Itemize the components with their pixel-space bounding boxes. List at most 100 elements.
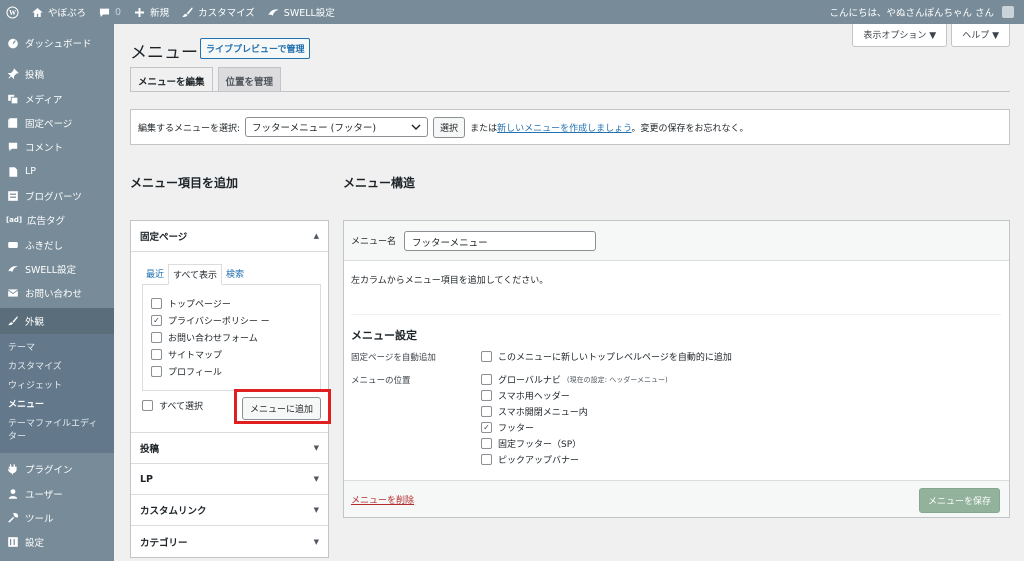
- display-options-button[interactable]: 表示オプション ▼: [852, 24, 948, 47]
- accordion-posts-header[interactable]: 投稿 ▼: [131, 433, 328, 464]
- swell-icon: [268, 8, 279, 16]
- select-button[interactable]: 選択: [433, 116, 466, 138]
- checkbox[interactable]: [151, 349, 162, 360]
- greeting-text: こんにちは、やぬさんぽんちゃん さん: [829, 8, 994, 19]
- caret-down-icon: ▼: [313, 506, 319, 514]
- plus-icon: [135, 7, 145, 17]
- menu-settings-title: メニュー設定: [351, 329, 417, 342]
- site-name: やぼぷろ: [48, 8, 87, 19]
- submenu-item-themes[interactable]: テーマ: [0, 339, 114, 358]
- location-option[interactable]: 固定フッター（SP）: [481, 437, 581, 450]
- select-all-checkbox[interactable]: [142, 400, 153, 411]
- page-item[interactable]: お問い合わせフォーム: [151, 329, 314, 346]
- location-option[interactable]: グローバルナビ (現在の設定: ヘッダーメニュー): [481, 373, 668, 386]
- accordion-pages-header[interactable]: 固定ページ ▲: [131, 221, 328, 252]
- caret-down-icon: ▼: [313, 444, 319, 452]
- sidebar-item-posts[interactable]: 投稿: [0, 62, 114, 86]
- page-item[interactable]: プロフィール: [151, 363, 314, 380]
- submenu-item-theme-editor[interactable]: テーマファイルエディター: [0, 415, 104, 447]
- document-icon: [7, 166, 19, 178]
- checkbox[interactable]: [481, 454, 492, 465]
- save-menu-button[interactable]: メニューを保存: [918, 488, 1000, 513]
- accordion-custom-links-header[interactable]: カスタムリンク ▼: [131, 495, 328, 526]
- sidebar-item-label: ブログパーツ: [25, 191, 82, 203]
- sidebar-item-pages[interactable]: 固定ページ: [0, 111, 114, 135]
- nav-tabs: メニューを編集 位置を管理: [130, 67, 282, 92]
- location-option[interactable]: ✓ フッター: [481, 421, 534, 434]
- admin-sidebar: ダッシュボード 投稿 メディア 固定ページ コメント LP ブログパーツ [ad…: [0, 24, 114, 561]
- sidebar-item-appearance[interactable]: 外観: [0, 308, 114, 335]
- menu-select-dropdown[interactable]: フッターメニュー (フッター): [245, 117, 429, 137]
- bubble-icon: [7, 239, 19, 251]
- sidebar-item-ad-tag[interactable]: [ad] 広告タグ: [0, 208, 114, 232]
- live-preview-button[interactable]: ライブプレビューで管理: [200, 38, 311, 59]
- sidebar-item-blog-parts[interactable]: ブログパーツ: [0, 184, 114, 208]
- page-label: トップページー: [168, 300, 231, 310]
- wordpress-logo-icon[interactable]: W: [0, 0, 25, 24]
- customize-link[interactable]: カスタマイズ: [175, 0, 261, 24]
- avatar: [1002, 6, 1014, 18]
- auto-add-label: 固定ページを自動追加: [351, 353, 436, 363]
- checkbox[interactable]: [151, 332, 162, 343]
- swell-icon: [7, 263, 19, 275]
- checkbox[interactable]: [481, 374, 492, 385]
- swell-label: SWELL設定: [283, 8, 335, 19]
- tab-search[interactable]: 検索: [222, 264, 248, 285]
- comments-link[interactable]: 0: [92, 0, 127, 24]
- mail-icon: [7, 287, 19, 299]
- location-option[interactable]: ピックアップバナー: [481, 453, 579, 466]
- sidebar-item-tools[interactable]: ツール: [0, 506, 114, 530]
- submenu-item-customize[interactable]: カスタマイズ: [0, 358, 114, 377]
- option-label: グローバルナビ: [498, 376, 561, 386]
- add-to-menu-button[interactable]: メニューに追加: [242, 397, 322, 420]
- option-note: (現在の設定: ヘッダーメニュー): [566, 375, 668, 384]
- tab-manage-locations[interactable]: 位置を管理: [217, 67, 282, 92]
- checkbox[interactable]: [481, 390, 492, 401]
- tab-edit-menus[interactable]: メニューを編集: [130, 67, 213, 92]
- accordion-lp-header[interactable]: LP ▼: [131, 464, 328, 495]
- accordion-categories-header[interactable]: カテゴリー ▼: [131, 526, 328, 557]
- page-item[interactable]: ✓ プライバシーポリシー ー: [151, 312, 314, 329]
- tab-recent[interactable]: 最近: [142, 264, 168, 285]
- swell-settings-link[interactable]: SWELL設定: [261, 0, 341, 24]
- site-name-link[interactable]: やぼぷろ: [25, 0, 92, 24]
- delete-menu-link[interactable]: メニューを削除: [351, 493, 414, 506]
- sidebar-item-label: プラグイン: [25, 465, 73, 477]
- checkbox[interactable]: [481, 438, 492, 449]
- chevron-down-icon: [411, 124, 421, 130]
- sidebar-item-contact[interactable]: お問い合わせ: [0, 281, 114, 305]
- submenu-item-menus[interactable]: メニュー: [0, 396, 114, 415]
- checkbox[interactable]: [151, 366, 162, 377]
- location-option[interactable]: スマホ開閉メニュー内: [481, 405, 588, 418]
- sidebar-item-swell[interactable]: SWELL設定: [0, 257, 114, 281]
- location-option[interactable]: スマホ用ヘッダー: [481, 389, 570, 402]
- create-menu-link[interactable]: 新しいメニューを作成しましょう: [497, 124, 631, 134]
- submenu-item-widgets[interactable]: ウィジェット: [0, 377, 114, 396]
- svg-text:W: W: [9, 9, 17, 17]
- sidebar-item-comments[interactable]: コメント: [0, 135, 114, 159]
- sidebar-item-media[interactable]: メディア: [0, 87, 114, 111]
- pages-tabs: 最近 すべて表示 検索: [142, 264, 319, 285]
- account-greeting[interactable]: こんにちは、やぬさんぽんちゃん さん: [823, 0, 1024, 24]
- page-item[interactable]: サイトマップ: [151, 346, 314, 363]
- checkbox[interactable]: [481, 351, 492, 362]
- menu-name-input[interactable]: フッターメニュー: [404, 230, 597, 251]
- ad-icon: [ad]: [5, 216, 23, 225]
- checkbox[interactable]: [151, 298, 162, 309]
- customize-label: カスタマイズ: [198, 8, 255, 19]
- checkbox-checked[interactable]: ✓: [481, 422, 492, 433]
- tab-view-all[interactable]: すべて表示: [168, 264, 223, 285]
- sidebar-item-lp[interactable]: LP: [0, 159, 114, 183]
- new-content-link[interactable]: 新規: [127, 0, 175, 24]
- sidebar-item-users[interactable]: ユーザー: [0, 482, 114, 506]
- select-all[interactable]: すべて選択: [142, 399, 203, 412]
- sidebar-item-balloon[interactable]: ふきだし: [0, 232, 114, 256]
- auto-add-option[interactable]: このメニューに新しいトップレベルページを自動的に追加: [481, 350, 732, 363]
- sidebar-item-dashboard[interactable]: ダッシュボード: [0, 31, 114, 55]
- checkbox-checked[interactable]: ✓: [151, 315, 162, 326]
- checkbox[interactable]: [481, 406, 492, 417]
- help-button[interactable]: ヘルプ ▼: [951, 24, 1010, 47]
- sidebar-item-plugins[interactable]: プラグイン: [0, 457, 114, 481]
- page-item[interactable]: トップページー: [151, 295, 314, 312]
- sidebar-item-settings[interactable]: 設定: [0, 530, 114, 554]
